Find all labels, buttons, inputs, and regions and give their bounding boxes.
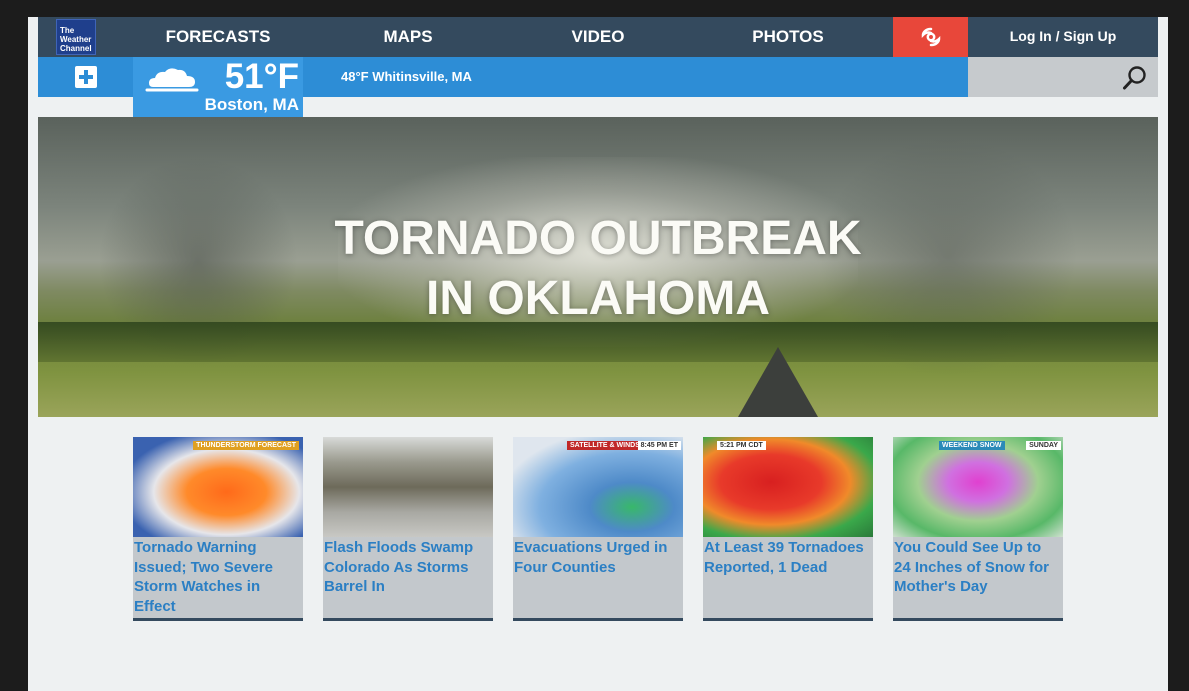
- story-thumbnail-flood-photo: [323, 437, 493, 537]
- story-card[interactable]: Flash Floods Swamp Colorado As Storms Ba…: [323, 437, 493, 621]
- current-conditions[interactable]: 51°F Boston, MA: [133, 57, 303, 117]
- hero-image-road: [738, 347, 818, 417]
- nav-video[interactable]: VIDEO: [538, 17, 658, 57]
- story-cards: THUNDERSTORM FORECAST Tornado Warning Is…: [133, 437, 1073, 621]
- story-card[interactable]: 5:21 PM CDT At Least 39 Tornadoes Report…: [703, 437, 873, 621]
- page: The Weather Channel FORECASTS MAPS VIDEO…: [28, 17, 1168, 691]
- current-temperature: 51°F: [224, 57, 299, 96]
- thumb-time: 5:21 PM CDT: [717, 441, 766, 450]
- hero-banner[interactable]: TORNADO OUTBREAK IN OKLAHOMA: [38, 117, 1158, 417]
- thumb-tag: WEEKEND SNOW: [939, 441, 1005, 450]
- story-thumbnail-storm-map: THUNDERSTORM FORECAST: [133, 437, 303, 537]
- story-card[interactable]: SATELLITE & WINDSTREAM 8:45 PM ET Evacua…: [513, 437, 683, 621]
- search-icon[interactable]: [1122, 65, 1148, 91]
- story-caption[interactable]: Flash Floods Swamp Colorado As Storms Ba…: [324, 538, 492, 597]
- storm-center-button[interactable]: [893, 17, 968, 57]
- thumb-time: 8:45 PM ET: [637, 441, 681, 450]
- thumb-time: SUNDAY: [1026, 441, 1061, 450]
- top-nav: The Weather Channel FORECASTS MAPS VIDEO…: [38, 17, 1158, 57]
- hero-title-line-2: IN OKLAHOMA: [426, 272, 770, 325]
- story-caption[interactable]: You Could See Up to 24 Inches of Snow fo…: [894, 538, 1062, 597]
- hero-title-line-1: TORNADO OUTBREAK: [334, 212, 862, 265]
- add-location-button[interactable]: [38, 57, 133, 97]
- cloud-icon: [145, 68, 199, 92]
- login-signup-link[interactable]: Log In / Sign Up: [968, 17, 1158, 57]
- saved-location-link[interactable]: 48°F Whitinsville, MA: [341, 57, 472, 97]
- weather-channel-logo[interactable]: The Weather Channel: [56, 19, 96, 55]
- thumb-tag: THUNDERSTORM FORECAST: [193, 441, 299, 450]
- search-input[interactable]: [968, 57, 1158, 97]
- story-thumbnail-radar-map: 5:21 PM CDT: [703, 437, 873, 537]
- nav-forecasts[interactable]: FORECASTS: [148, 17, 288, 57]
- location-bar: 51°F Boston, MA 48°F Whitinsville, MA: [38, 57, 968, 117]
- story-caption[interactable]: At Least 39 Tornadoes Reported, 1 Dead: [704, 538, 872, 577]
- nav-photos[interactable]: PHOTOS: [728, 17, 848, 57]
- current-city: Boston, MA: [204, 95, 299, 114]
- story-card[interactable]: WEEKEND SNOW SUNDAY You Could See Up to …: [893, 437, 1063, 621]
- story-card[interactable]: THUNDERSTORM FORECAST Tornado Warning Is…: [133, 437, 303, 621]
- story-thumbnail-snow-map: WEEKEND SNOW SUNDAY: [893, 437, 1063, 537]
- plus-icon: [74, 66, 97, 88]
- nav-maps[interactable]: MAPS: [348, 17, 468, 57]
- story-caption[interactable]: Tornado Warning Issued; Two Severe Storm…: [134, 538, 302, 616]
- hero-title: TORNADO OUTBREAK IN OKLAHOMA: [38, 209, 1158, 329]
- hurricane-icon: [921, 27, 940, 47]
- story-caption[interactable]: Evacuations Urged in Four Counties: [514, 538, 682, 577]
- story-thumbnail-satellite-map: SATELLITE & WINDSTREAM 8:45 PM ET: [513, 437, 683, 537]
